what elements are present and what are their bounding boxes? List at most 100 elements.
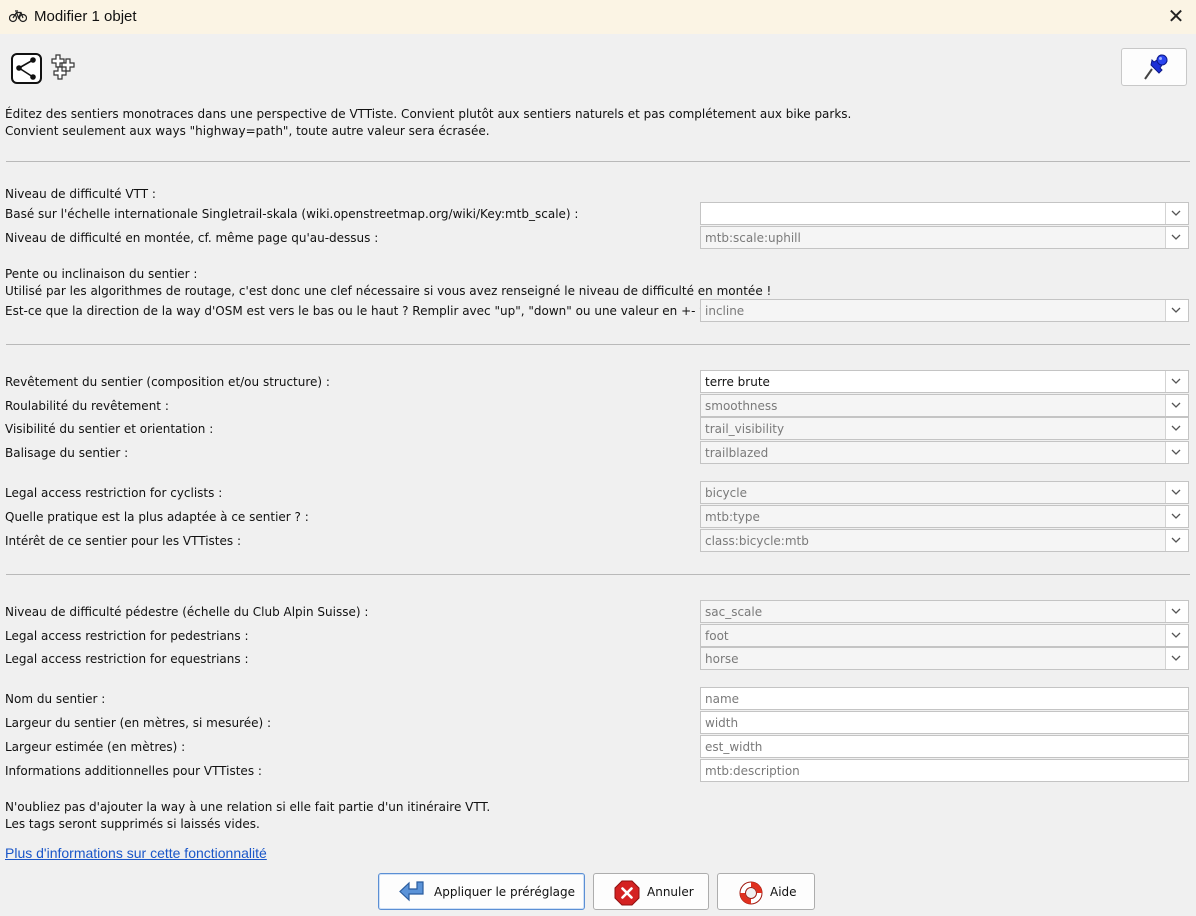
horse-label: Legal access restriction for equestrians… — [5, 652, 249, 666]
dropdown-button[interactable] — [1165, 395, 1188, 416]
cancel-label: Annuler — [647, 885, 694, 899]
add-tags-icon[interactable] — [50, 54, 77, 81]
trail-visibility-combo[interactable]: trail_visibility — [700, 417, 1189, 440]
bicycle-label: Legal access restriction for cyclists : — [5, 486, 223, 500]
trail-visibility-placeholder: trail_visibility — [705, 422, 785, 436]
chevron-down-icon — [1171, 210, 1181, 216]
est-width-input[interactable] — [700, 735, 1189, 758]
mtb-type-label: Quelle pratique est la plus adaptée à ce… — [5, 510, 309, 524]
way-nodes-icon[interactable] — [11, 53, 42, 84]
bicycle-icon — [9, 10, 27, 23]
incline-heading: Pente ou inclinaison du sentier : — [5, 267, 198, 281]
chevron-down-icon — [1171, 632, 1181, 638]
class-mtb-placeholder: class:bicycle:mtb — [705, 534, 809, 548]
smoothness-placeholder: smoothness — [705, 399, 778, 413]
pin-preset-button[interactable] — [1121, 48, 1187, 86]
trailblazed-placeholder: trailblazed — [705, 446, 769, 460]
description-line-1: Éditez des sentiers monotraces dans une … — [5, 107, 852, 121]
est-width-label: Largeur estimée (en mètres) : — [5, 740, 186, 754]
chevron-down-icon — [1171, 513, 1181, 519]
separator — [6, 161, 1190, 162]
smoothness-combo[interactable]: smoothness — [700, 394, 1189, 417]
trailblazed-combo[interactable]: trailblazed — [700, 441, 1189, 464]
incline-label: Est-ce que la direction de la way d'OSM … — [5, 304, 719, 318]
separator — [6, 344, 1190, 345]
surface-value: terre brute — [705, 375, 770, 389]
chevron-down-icon — [1171, 402, 1181, 408]
surface-combo[interactable]: terre brute — [700, 370, 1189, 393]
trailblazed-label: Balisage du sentier : — [5, 446, 129, 460]
chevron-down-icon — [1171, 449, 1181, 455]
apply-preset-button[interactable]: Appliquer le préréglage — [378, 873, 585, 910]
close-button[interactable]: ✕ — [1164, 4, 1188, 28]
chevron-down-icon — [1171, 307, 1181, 313]
mtb-type-combo[interactable]: mtb:type — [700, 505, 1189, 528]
mtb-scale-label: Basé sur l'échelle internationale Single… — [5, 207, 579, 221]
mtb-type-placeholder: mtb:type — [705, 510, 760, 524]
help-lifebuoy-icon — [739, 881, 763, 905]
dropdown-button[interactable] — [1165, 530, 1188, 551]
smoothness-label: Roulabilité du revêtement : — [5, 399, 169, 413]
chevron-down-icon — [1171, 608, 1181, 614]
incline-placeholder: incline — [705, 304, 745, 318]
bicycle-placeholder: bicycle — [705, 486, 747, 500]
cancel-button[interactable]: Annuler — [593, 873, 709, 910]
mtb-description-label: Informations additionnelles pour VTTiste… — [5, 764, 262, 778]
class-mtb-combo[interactable]: class:bicycle:mtb — [700, 529, 1189, 552]
cancel-icon — [614, 880, 640, 906]
class-mtb-label: Intérêt de ce sentier pour les VTTistes … — [5, 534, 241, 548]
footer-note-2: Les tags seront supprimés si laissés vid… — [5, 817, 260, 831]
incline-note: Utilisé par les algorithmes de routage, … — [5, 284, 772, 298]
mtb-scale-combo[interactable] — [700, 202, 1189, 225]
chevron-down-icon — [1171, 425, 1181, 431]
apply-label: Appliquer le préréglage — [434, 885, 576, 899]
help-button[interactable]: Aide — [717, 873, 815, 910]
footer-note-1: N'oubliez pas d'ajouter la way à une rel… — [5, 800, 491, 814]
window-title: Modifier 1 objet — [34, 8, 137, 25]
chevron-down-icon — [1171, 537, 1181, 543]
width-label: Largeur du sentier (en mètres, si mesuré… — [5, 716, 272, 730]
chevron-down-icon — [1171, 655, 1181, 661]
dropdown-button[interactable] — [1165, 601, 1188, 622]
width-input[interactable] — [700, 711, 1189, 734]
dropdown-button[interactable] — [1165, 482, 1188, 503]
foot-placeholder: foot — [705, 629, 729, 643]
trail-visibility-label: Visibilité du sentier et orientation : — [5, 422, 214, 436]
vtt-difficulty-heading: Niveau de difficulté VTT : — [5, 187, 156, 201]
more-info-link[interactable]: Plus d'informations sur cette fonctionna… — [5, 845, 267, 861]
name-input[interactable] — [700, 687, 1189, 710]
separator — [6, 574, 1190, 575]
foot-combo[interactable]: foot — [700, 624, 1189, 647]
sac-scale-label: Niveau de difficulté pédestre (échelle d… — [5, 605, 369, 619]
pushpin-icon — [1144, 54, 1168, 80]
dropdown-button[interactable] — [1165, 648, 1188, 669]
description-line-2: Convient seulement aux ways "highway=pat… — [5, 124, 490, 138]
dropdown-button[interactable] — [1165, 418, 1188, 439]
dropdown-button[interactable] — [1165, 442, 1188, 463]
help-label: Aide — [770, 885, 797, 899]
dropdown-button[interactable] — [1165, 300, 1188, 321]
title-bar: Modifier 1 objet ✕ — [0, 0, 1196, 34]
incline-combo[interactable]: incline — [700, 299, 1189, 322]
sac-scale-combo[interactable]: sac_scale — [700, 600, 1189, 623]
dropdown-button[interactable] — [1165, 506, 1188, 527]
bicycle-combo[interactable]: bicycle — [700, 481, 1189, 504]
chevron-down-icon — [1171, 234, 1181, 240]
horse-placeholder: horse — [705, 652, 739, 666]
dropdown-button[interactable] — [1165, 625, 1188, 646]
dropdown-button[interactable] — [1165, 227, 1188, 248]
sac-scale-placeholder: sac_scale — [705, 605, 763, 619]
apply-arrow-icon — [399, 881, 424, 902]
horse-combo[interactable]: horse — [700, 647, 1189, 670]
mtb-uphill-placeholder: mtb:scale:uphill — [705, 231, 801, 245]
surface-label: Revêtement du sentier (composition et/ou… — [5, 375, 330, 389]
dropdown-button[interactable] — [1165, 203, 1188, 224]
foot-label: Legal access restriction for pedestrians… — [5, 629, 249, 643]
name-label: Nom du sentier : — [5, 692, 106, 706]
chevron-down-icon — [1171, 378, 1181, 384]
mtb-uphill-label: Niveau de difficulté en montée, cf. même… — [5, 231, 379, 245]
mtb-description-input[interactable] — [700, 759, 1189, 782]
mtb-uphill-combo[interactable]: mtb:scale:uphill — [700, 226, 1189, 249]
dropdown-button[interactable] — [1165, 371, 1188, 392]
chevron-down-icon — [1171, 489, 1181, 495]
